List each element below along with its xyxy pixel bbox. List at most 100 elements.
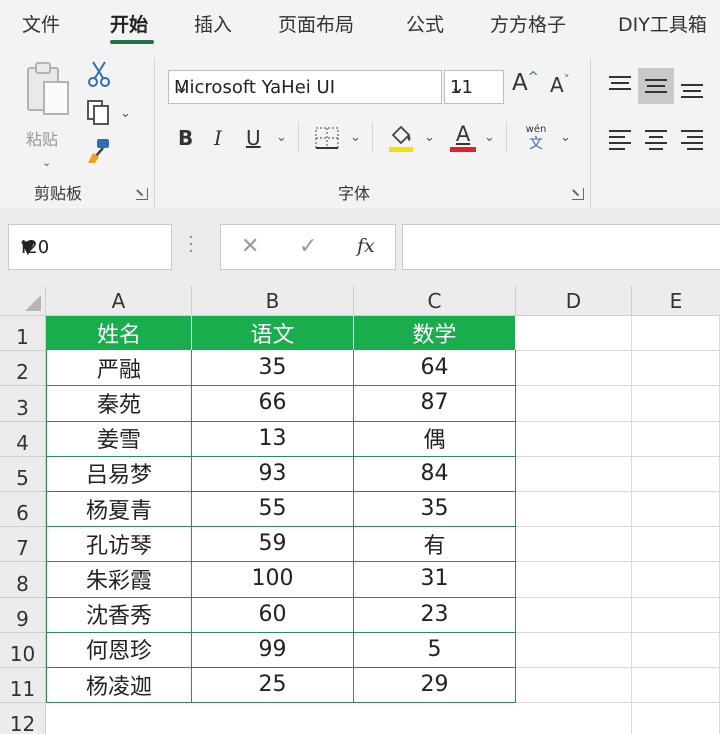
table-cell[interactable]: 60 (192, 596, 354, 633)
align-center-icon[interactable] (642, 124, 670, 154)
row-header[interactable]: 5 (0, 456, 46, 492)
table-cell[interactable]: 55 (192, 491, 354, 528)
tab-diy-toolbox[interactable]: DIY工具箱 (618, 10, 707, 37)
select-all-button[interactable] (0, 286, 46, 316)
tab-fangfang-gezi[interactable]: 方方格子 (490, 10, 566, 37)
column-header-d[interactable]: D (516, 286, 632, 316)
italic-button[interactable]: I (214, 126, 222, 150)
formula-bar: I20 ▼ · · · ✕ ✓ fx (0, 208, 720, 286)
borders-dropdown-icon[interactable]: ⌄ (350, 130, 361, 145)
ribbon-divider (590, 58, 591, 208)
underline-button[interactable]: U (246, 126, 261, 150)
table-cell[interactable]: 秦苑 (46, 385, 192, 422)
format-painter-icon[interactable] (84, 136, 114, 166)
row-header[interactable]: 11 (0, 668, 46, 704)
copy-icon[interactable] (84, 98, 114, 126)
table-cell[interactable]: 35 (354, 491, 516, 528)
font-name-select[interactable]: Microsoft YaHei UI ⌄ (168, 70, 442, 104)
table-cell[interactable]: 87 (354, 385, 516, 422)
resize-handle-icon[interactable]: · · · (188, 229, 194, 261)
font-color-dropdown-icon[interactable]: ⌄ (484, 130, 495, 145)
phonetic-guide-button[interactable]: wén 文 (518, 122, 554, 154)
ribbon-divider (154, 58, 155, 208)
table-cell[interactable]: 严融 (46, 350, 192, 387)
borders-icon[interactable] (312, 124, 342, 152)
row-header[interactable]: 1 (0, 316, 46, 352)
table-cell[interactable]: 59 (192, 526, 354, 563)
row-header[interactable]: 8 (0, 562, 46, 598)
copy-dropdown-icon[interactable]: ⌄ (120, 106, 131, 121)
column-header-e[interactable]: E (632, 286, 720, 316)
paste-dropdown-icon[interactable]: ⌄ (42, 156, 51, 169)
align-middle-icon[interactable] (638, 68, 674, 104)
fill-color-icon[interactable] (386, 122, 416, 154)
table-cell[interactable]: 99 (192, 631, 354, 668)
row-header[interactable]: 10 (0, 632, 46, 668)
font-launcher-icon[interactable] (572, 188, 584, 200)
table-cell[interactable]: 100 (192, 561, 354, 598)
align-right-icon[interactable] (678, 124, 706, 154)
column-header-a[interactable]: A (46, 286, 192, 316)
row-header[interactable]: 9 (0, 597, 46, 633)
column-header-c[interactable]: C (354, 286, 516, 316)
enter-icon[interactable]: ✓ (299, 234, 317, 259)
row-header[interactable]: 6 (0, 492, 46, 528)
table-cell[interactable]: 23 (354, 596, 516, 633)
table-cell[interactable]: 31 (354, 561, 516, 598)
table-cell[interactable]: 杨夏青 (46, 491, 192, 528)
table-cell[interactable]: 35 (192, 350, 354, 387)
row-header[interactable]: 4 (0, 421, 46, 457)
cancel-icon[interactable]: ✕ (241, 234, 259, 259)
table-cell[interactable]: 沈香秀 (46, 596, 192, 633)
paste-button[interactable]: 粘贴 ⌄ (20, 60, 78, 170)
bold-button[interactable]: B (178, 126, 193, 150)
font-size-select[interactable]: 11 ⌄ (444, 70, 504, 104)
phonetic-dropdown-icon[interactable]: ⌄ (560, 130, 571, 145)
table-cell[interactable]: 姜雪 (46, 420, 192, 457)
table-cell[interactable]: 有 (354, 526, 516, 563)
tab-page-layout[interactable]: 页面布局 (278, 10, 354, 37)
table-cell[interactable]: 偶 (354, 420, 516, 457)
table-cell[interactable]: 朱彩霞 (46, 561, 192, 598)
tab-insert[interactable]: 插入 (194, 10, 232, 37)
table-cell[interactable]: 64 (354, 350, 516, 387)
table-cell[interactable]: 何恩珍 (46, 631, 192, 668)
tab-file[interactable]: 文件 (22, 10, 60, 37)
table-cell[interactable]: 5 (354, 631, 516, 668)
gridline (631, 316, 632, 734)
align-top-icon[interactable] (606, 70, 634, 100)
phonetic-char: 文 (529, 136, 543, 152)
column-header-b[interactable]: B (192, 286, 354, 316)
tab-formulas[interactable]: 公式 (406, 10, 444, 37)
table-header-cell[interactable]: 姓名 (46, 316, 192, 352)
table-cell[interactable]: 29 (354, 667, 516, 704)
table-cell[interactable]: 84 (354, 455, 516, 492)
align-bottom-icon[interactable] (678, 74, 706, 104)
tab-home[interactable]: 开始 (110, 10, 148, 37)
phonetic-pinyin: wén (525, 124, 547, 135)
table-cell[interactable]: 13 (192, 420, 354, 457)
row-header[interactable]: 7 (0, 527, 46, 563)
row-header[interactable]: 12 (0, 703, 46, 734)
clipboard-launcher-icon[interactable] (136, 188, 148, 200)
formula-input[interactable] (402, 224, 720, 270)
cut-icon[interactable] (86, 60, 112, 88)
align-left-icon[interactable] (606, 124, 634, 154)
grow-font-button[interactable]: A^ (512, 70, 539, 96)
fill-color-dropdown-icon[interactable]: ⌄ (424, 130, 435, 145)
table-cell[interactable]: 杨凌迦 (46, 667, 192, 704)
underline-dropdown-icon[interactable]: ⌄ (276, 130, 287, 145)
insert-function-button[interactable]: fx (357, 235, 375, 257)
table-cell[interactable]: 吕易梦 (46, 455, 192, 492)
table-cell[interactable]: 孔访琴 (46, 526, 192, 563)
font-color-button[interactable]: A (448, 120, 478, 154)
shrink-font-button[interactable]: A˅ (550, 73, 570, 97)
row-header[interactable]: 2 (0, 351, 46, 387)
row-header[interactable]: 3 (0, 386, 46, 422)
table-header-cell[interactable]: 数学 (354, 316, 516, 352)
table-header-cell[interactable]: 语文 (192, 316, 354, 352)
table-cell[interactable]: 25 (192, 667, 354, 704)
table-cell[interactable]: 66 (192, 385, 354, 422)
name-box[interactable]: I20 ▼ (8, 224, 172, 270)
table-cell[interactable]: 93 (192, 455, 354, 492)
